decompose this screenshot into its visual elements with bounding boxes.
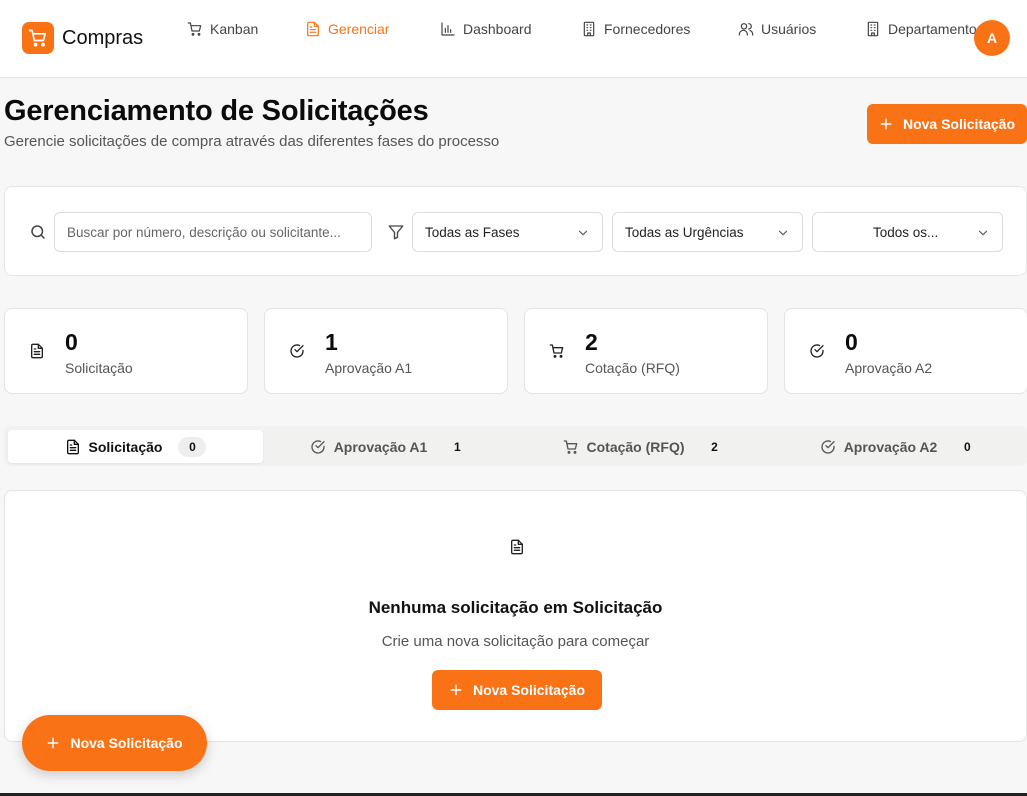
stat-value: 0: [65, 329, 78, 355]
check-circle-icon: [311, 439, 325, 454]
nav-label: Fornecedores: [604, 21, 691, 37]
nav-label: Dashboard: [463, 21, 532, 37]
tab-label: Cotação (RFQ): [586, 438, 685, 455]
empty-state-subtitle: Crie uma nova solicitação para começar: [381, 633, 650, 650]
check-circle-icon: [810, 344, 824, 358]
shopping-cart-icon: [549, 344, 564, 358]
nav-label: Departamentos: [888, 21, 984, 37]
nav-label: Kanban: [210, 21, 259, 37]
bar-chart-icon: [441, 22, 455, 36]
urgency-select[interactable]: Todas as Urgências: [612, 212, 803, 252]
phase-select[interactable]: Todas as Fases: [412, 212, 603, 252]
tab-cotacao[interactable]: Cotação (RFQ) 2: [518, 430, 773, 463]
nav-gerenciar[interactable]: Gerenciar: [305, 19, 389, 39]
empty-state-panel: Nenhuma solicitação em Solicitação Crie …: [4, 490, 1027, 742]
tab-count-badge: 0: [963, 439, 971, 454]
nav-label: Gerenciar: [328, 21, 390, 37]
select-value: Todos os...: [873, 224, 939, 240]
stat-label: Solicitação: [65, 360, 133, 376]
floating-new-request-button[interactable]: Nova Solicitação: [22, 715, 207, 771]
tab-count-badge: 2: [711, 439, 718, 454]
plus-icon: [880, 118, 892, 130]
stat-value: 1: [325, 329, 338, 355]
file-text-icon: [307, 21, 319, 37]
nav-dashboard[interactable]: Dashboard: [440, 19, 532, 39]
stat-label: Aprovação A2: [845, 360, 933, 376]
user-avatar[interactable]: A: [974, 20, 1010, 56]
file-text-icon: [511, 539, 523, 555]
search-icon: [31, 225, 45, 239]
stat-value: 2: [585, 329, 598, 355]
tab-count-badge: 1: [453, 439, 461, 454]
tab-count-badge: 0: [178, 436, 207, 457]
chevron-down-icon: [778, 230, 788, 236]
shopping-cart-icon: [28, 29, 46, 47]
tab-solicitacao[interactable]: Solicitação 0: [8, 430, 263, 463]
tab-label: Aprovação A2: [843, 438, 938, 455]
chevron-down-icon: [578, 230, 588, 236]
shopping-cart-icon: [563, 439, 577, 454]
shopping-cart-icon: [187, 22, 202, 36]
check-circle-icon: [821, 439, 835, 454]
tab-aprovacao-a1[interactable]: Aprovação A1 1: [263, 430, 518, 463]
plus-icon: [450, 684, 462, 696]
tab-label: Solicitação: [88, 438, 163, 455]
filter-icon: [388, 225, 404, 240]
phase-tabs: Solicitação 0 Aprovação A1 1 Cotação (RF…: [4, 426, 1027, 466]
chevron-down-icon: [978, 230, 988, 236]
stat-card-solicitacao: 0 Solicitação: [4, 308, 248, 394]
users-icon: [738, 23, 754, 36]
select-value: Todas as Fases: [425, 224, 520, 240]
stat-card-aprovacao-a1: 1 Aprovação A1: [264, 308, 508, 394]
app-logo[interactable]: [22, 22, 54, 54]
new-request-button[interactable]: Nova Solicitação: [867, 104, 1027, 144]
building-icon: [867, 21, 879, 37]
nav-kanban[interactable]: Kanban: [187, 19, 258, 39]
page-title: Gerenciamento de Solicitações: [4, 95, 429, 127]
file-text-icon: [66, 439, 79, 454]
page-subtitle: Gerencie solicitações de compra através …: [4, 133, 500, 150]
stat-card-aprovacao-a2: 0 Aprovação A2: [784, 308, 1027, 394]
stat-label: Cotação (RFQ): [585, 360, 680, 376]
nav-label: Usuários: [761, 21, 817, 37]
plus-icon: [48, 737, 59, 749]
button-label: Nova Solicitação: [70, 735, 183, 751]
check-circle-icon: [290, 344, 304, 358]
tab-label: Aprovação A1: [333, 438, 428, 455]
building-icon: [583, 21, 595, 37]
empty-new-request-button[interactable]: Nova Solicitação: [432, 670, 602, 710]
filter-bar: Todas as Fases Todas as Urgências Todos …: [4, 186, 1027, 276]
nav-usuarios[interactable]: Usuários: [738, 19, 816, 39]
stat-value: 0: [845, 329, 858, 355]
app-name: Compras: [62, 27, 144, 49]
nav-fornecedores[interactable]: Fornecedores: [581, 19, 690, 39]
button-label: Nova Solicitação: [902, 116, 1016, 132]
nav-departamentos[interactable]: Departamentos: [865, 19, 984, 39]
search-input[interactable]: [54, 212, 372, 252]
select-value: Todas as Urgências: [625, 224, 744, 240]
stat-card-cotacao: 2 Cotação (RFQ): [524, 308, 768, 394]
department-select[interactable]: Todos os...: [812, 212, 1003, 252]
button-label: Nova Solicitação: [472, 682, 586, 698]
tab-aprovacao-a2[interactable]: Aprovação A2 0: [773, 430, 1027, 463]
empty-state-title: Nenhuma solicitação em Solicitação: [368, 598, 663, 617]
stat-label: Aprovação A1: [325, 360, 413, 376]
top-navbar: Compras Kanban Gerenciar Dashboard Forne…: [0, 0, 1027, 78]
file-text-icon: [31, 343, 43, 359]
